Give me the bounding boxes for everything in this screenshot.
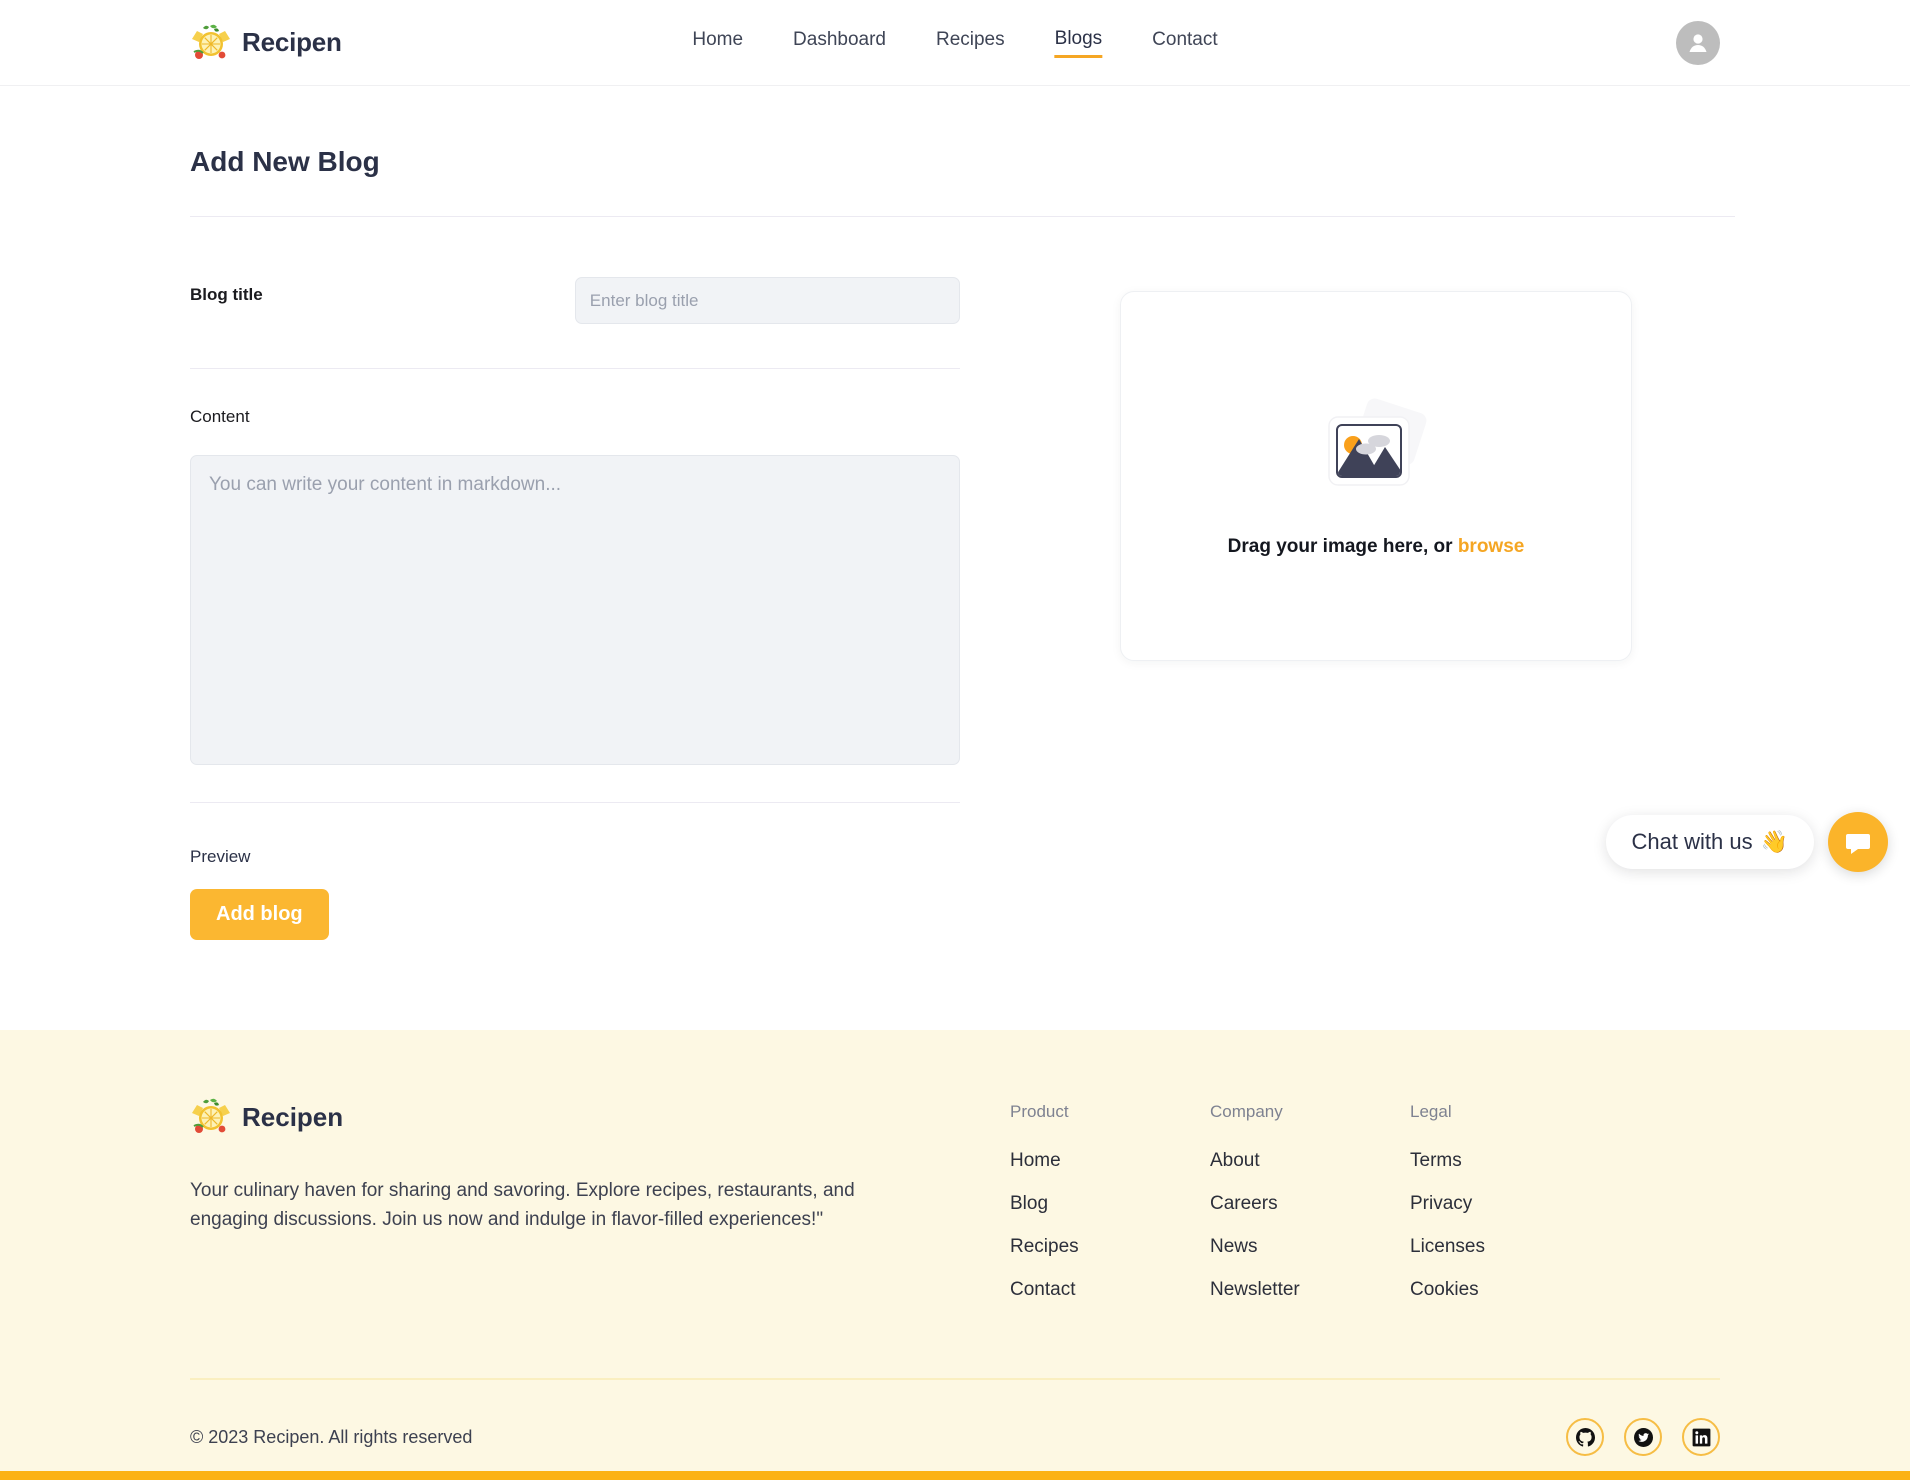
github-icon bbox=[1575, 1427, 1595, 1447]
nav-item-recipes[interactable]: Recipes bbox=[936, 29, 1005, 56]
footer-link-recipes[interactable]: Recipes bbox=[1010, 1236, 1210, 1258]
copyright-text: © 2023 Recipen. All rights reserved bbox=[190, 1426, 473, 1447]
twitter-icon bbox=[1633, 1427, 1653, 1447]
footer-column-product: Product Home Blog Recipes Contact bbox=[1010, 1102, 1210, 1322]
image-upload-section: Drag your image here, or browse bbox=[1120, 277, 1632, 940]
linkedin-link[interactable] bbox=[1682, 1418, 1720, 1456]
main-navigation: Home Dashboard Recipes Blogs Contact bbox=[692, 28, 1218, 58]
footer-link-about[interactable]: About bbox=[1210, 1150, 1410, 1172]
blog-form: Blog title Content Preview Add blog bbox=[190, 277, 980, 940]
chat-widget: Chat with us 👋 bbox=[1605, 812, 1888, 872]
nav-item-blogs[interactable]: Blogs bbox=[1054, 28, 1103, 58]
user-avatar-icon bbox=[1689, 33, 1707, 52]
add-blog-button[interactable]: Add blog bbox=[190, 889, 329, 940]
upload-prompt: Drag your image here, or browse bbox=[1228, 536, 1525, 558]
content-label: Content bbox=[190, 407, 250, 426]
footer-top: Recipen Your culinary haven for sharing … bbox=[190, 1030, 1720, 1322]
footer-link-news[interactable]: News bbox=[1210, 1236, 1410, 1258]
blog-title-label: Blog title bbox=[190, 285, 263, 304]
site-footer: Recipen Your culinary haven for sharing … bbox=[0, 1030, 1910, 1480]
footer-link-home[interactable]: Home bbox=[1010, 1150, 1210, 1172]
footer-link-newsletter[interactable]: Newsletter bbox=[1210, 1279, 1410, 1301]
bottom-accent-bar bbox=[0, 1471, 1910, 1480]
footer-column-company: Company About Careers News Newsletter bbox=[1210, 1102, 1410, 1322]
footer-column-title: Legal bbox=[1410, 1102, 1452, 1121]
footer-column-title: Product bbox=[1010, 1102, 1069, 1121]
linkedin-icon bbox=[1692, 1428, 1710, 1446]
nav-item-dashboard[interactable]: Dashboard bbox=[793, 29, 886, 56]
content-field-block: Content bbox=[190, 407, 960, 803]
browse-link[interactable]: browse bbox=[1458, 536, 1525, 557]
preview-label: Preview bbox=[190, 847, 251, 866]
github-link[interactable] bbox=[1566, 1418, 1604, 1456]
blog-title-field-row: Blog title bbox=[190, 277, 960, 369]
lemon-citrus-logo-icon bbox=[190, 22, 232, 64]
chat-fab-button[interactable] bbox=[1828, 812, 1888, 872]
nav-item-home[interactable]: Home bbox=[692, 29, 743, 56]
form-and-upload-wrapper: Blog title Content Preview Add blog bbox=[190, 277, 1720, 940]
footer-about: Recipen Your culinary haven for sharing … bbox=[190, 1096, 950, 1322]
chat-pill-text: Chat with us bbox=[1631, 829, 1753, 854]
lemon-citrus-logo-icon bbox=[190, 1096, 232, 1138]
footer-link-privacy[interactable]: Privacy bbox=[1410, 1193, 1610, 1215]
footer-link-terms[interactable]: Terms bbox=[1410, 1150, 1610, 1172]
social-links bbox=[1566, 1418, 1720, 1456]
footer-link-contact[interactable]: Contact bbox=[1010, 1279, 1210, 1301]
waving-hand-icon: 👋 bbox=[1760, 829, 1788, 854]
footer-brand-name: Recipen bbox=[242, 1101, 344, 1132]
chat-with-us-pill[interactable]: Chat with us 👋 bbox=[1605, 815, 1814, 869]
nav-item-contact[interactable]: Contact bbox=[1152, 29, 1217, 56]
chat-bubble-icon bbox=[1846, 834, 1870, 854]
image-dropzone[interactable]: Drag your image here, or browse bbox=[1120, 291, 1632, 661]
footer-link-columns: Product Home Blog Recipes Contact Compan… bbox=[1010, 1096, 1610, 1322]
footer-brand[interactable]: Recipen bbox=[190, 1096, 950, 1138]
footer-link-licenses[interactable]: Licenses bbox=[1410, 1236, 1610, 1258]
footer-link-blog[interactable]: Blog bbox=[1010, 1193, 1210, 1215]
brand-name: Recipen bbox=[242, 27, 342, 57]
footer-column-title: Company bbox=[1210, 1102, 1283, 1121]
footer-bottom: © 2023 Recipen. All rights reserved bbox=[190, 1380, 1720, 1456]
site-header: Recipen Home Dashboard Recipes Blogs Con… bbox=[0, 0, 1910, 86]
footer-description: Your culinary haven for sharing and savo… bbox=[190, 1180, 855, 1231]
content-textarea[interactable] bbox=[190, 455, 960, 765]
twitter-link[interactable] bbox=[1624, 1418, 1662, 1456]
title-divider bbox=[190, 216, 1735, 217]
upload-prompt-text: Drag your image here, or bbox=[1227, 535, 1458, 557]
footer-link-cookies[interactable]: Cookies bbox=[1410, 1279, 1610, 1301]
page-title: Add New Blog bbox=[190, 146, 380, 177]
image-placeholder-icon bbox=[1321, 395, 1431, 496]
footer-link-careers[interactable]: Careers bbox=[1210, 1193, 1410, 1215]
blog-title-input[interactable] bbox=[574, 277, 960, 324]
brand-logo-link[interactable]: Recipen bbox=[190, 22, 342, 64]
footer-column-legal: Legal Terms Privacy Licenses Cookies bbox=[1410, 1102, 1610, 1322]
user-avatar-button[interactable] bbox=[1676, 20, 1720, 65]
